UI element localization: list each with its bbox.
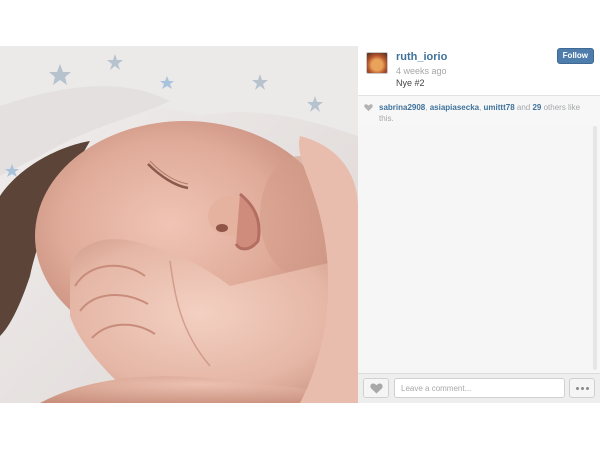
comment-input[interactable]: [394, 378, 565, 398]
more-dots-icon: [581, 387, 584, 390]
username-link[interactable]: ruth_iorio: [396, 51, 447, 63]
post-header: ruth_iorio 4 weeks ago Nye #2 Follow: [358, 46, 600, 95]
follow-button[interactable]: Follow: [556, 48, 594, 64]
baby-photo-illustration: [0, 46, 358, 403]
likes-text: sabrina2908, asiapiasecka, umittt78 and …: [379, 102, 594, 124]
user-avatar[interactable]: [366, 52, 388, 74]
comments-scrollbar[interactable]: [593, 126, 597, 370]
post-caption: Nye #2: [396, 78, 425, 88]
post-timestamp[interactable]: 4 weeks ago: [396, 66, 447, 76]
liker-link[interactable]: asiapiasecka: [430, 103, 479, 112]
post-side-panel: ruth_iorio 4 weeks ago Nye #2 Follow sab…: [358, 46, 600, 403]
more-options-button[interactable]: [569, 378, 595, 398]
comments-area: [358, 125, 600, 373]
instagram-post: ruth_iorio 4 weeks ago Nye #2 Follow sab…: [0, 46, 600, 403]
like-button[interactable]: [363, 378, 389, 398]
heart-icon: [370, 383, 383, 394]
more-dots-icon: [576, 387, 579, 390]
likes-conjunction: and: [514, 103, 533, 112]
liker-link[interactable]: sabrina2908: [379, 103, 425, 112]
liker-link[interactable]: umittt78: [484, 103, 515, 112]
comment-bar: [358, 373, 600, 403]
heart-icon: [364, 104, 373, 112]
more-dots-icon: [586, 387, 589, 390]
post-photo[interactable]: [0, 46, 358, 403]
